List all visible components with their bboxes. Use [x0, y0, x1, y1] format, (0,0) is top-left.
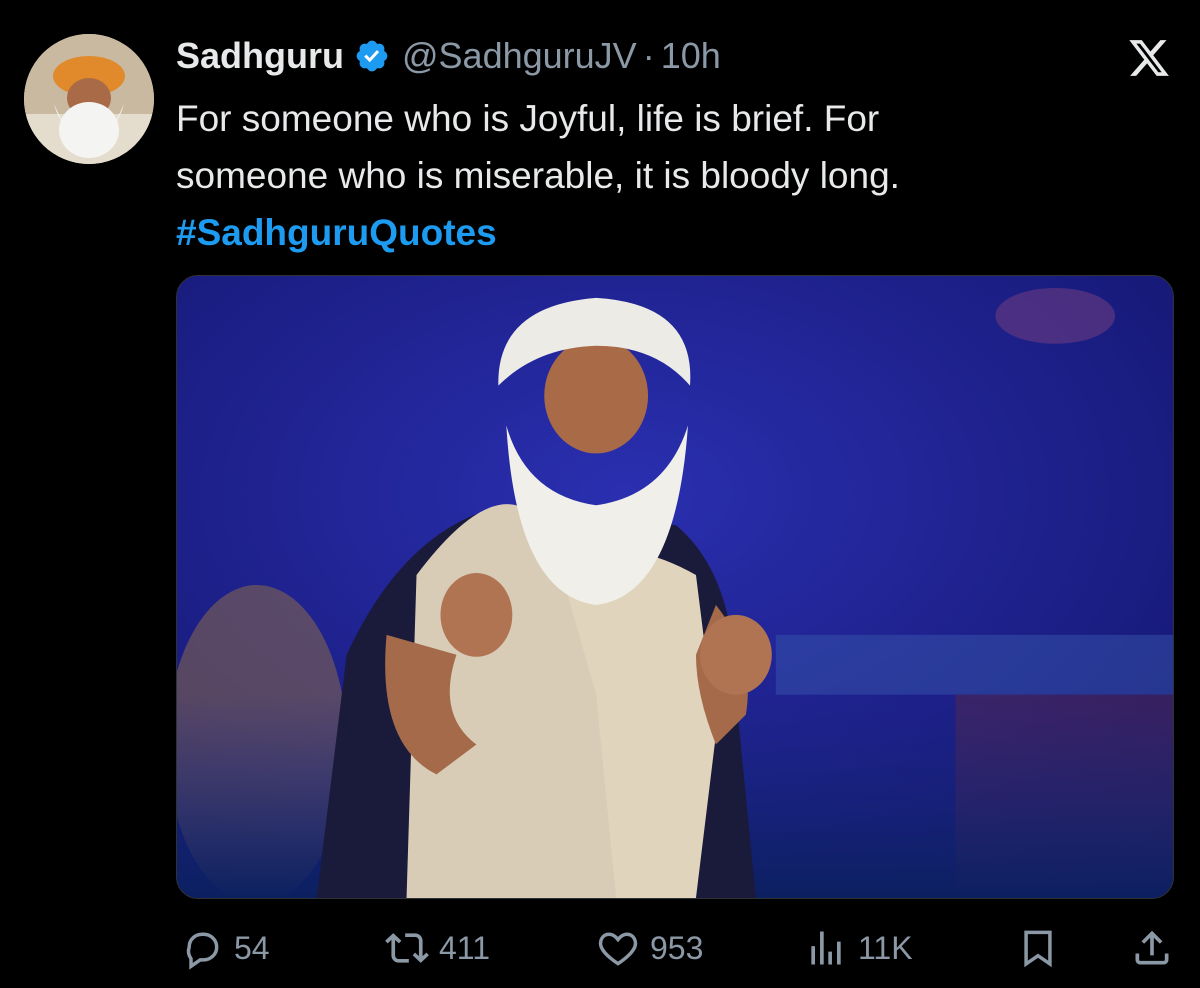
retweet-count: 411 — [439, 929, 491, 966]
tweet-text: For someone who is Joyful, life is brief… — [176, 90, 1136, 261]
avatar-image — [24, 34, 154, 164]
verified-badge-icon — [356, 40, 388, 72]
tweet-text-line-1: For someone who is Joyful, life is brief… — [176, 98, 880, 139]
like-count: 953 — [650, 929, 704, 966]
tweet-actions: 54 411 953 11K — [0, 920, 1200, 976]
media-photo — [177, 276, 1173, 898]
tweet-header: Sadhguru @SadhguruJV · 10h — [176, 30, 721, 82]
timestamp[interactable]: 10h — [661, 35, 721, 77]
bookmark-icon — [1024, 930, 1052, 968]
retweet-button[interactable]: 411 — [385, 920, 490, 976]
separator-dot: · — [642, 35, 655, 76]
share-button[interactable] — [1130, 920, 1174, 976]
like-button[interactable]: 953 — [596, 920, 703, 976]
hashtag-link[interactable]: #SadhguruQuotes — [176, 204, 1136, 261]
reply-count: 54 — [234, 929, 270, 966]
author-handle[interactable]: @SadhguruJV — [402, 35, 637, 77]
share-icon — [1135, 930, 1169, 965]
views-count: 11K — [858, 929, 913, 966]
x-logo-icon[interactable] — [1126, 36, 1172, 80]
tweet-text-line-2: someone who is miserable, it is bloody l… — [176, 155, 900, 196]
tweet-media-image[interactable] — [176, 275, 1174, 899]
bookmark-button[interactable] — [1016, 920, 1060, 976]
retweet-icon — [385, 933, 429, 963]
reply-button[interactable]: 54 — [180, 920, 270, 976]
author-avatar[interactable] — [24, 34, 154, 164]
views-icon — [811, 931, 841, 965]
reply-icon — [186, 932, 219, 970]
views-button[interactable]: 11K — [804, 920, 913, 976]
heart-icon — [598, 932, 638, 966]
author-name[interactable]: Sadhguru — [176, 35, 344, 77]
